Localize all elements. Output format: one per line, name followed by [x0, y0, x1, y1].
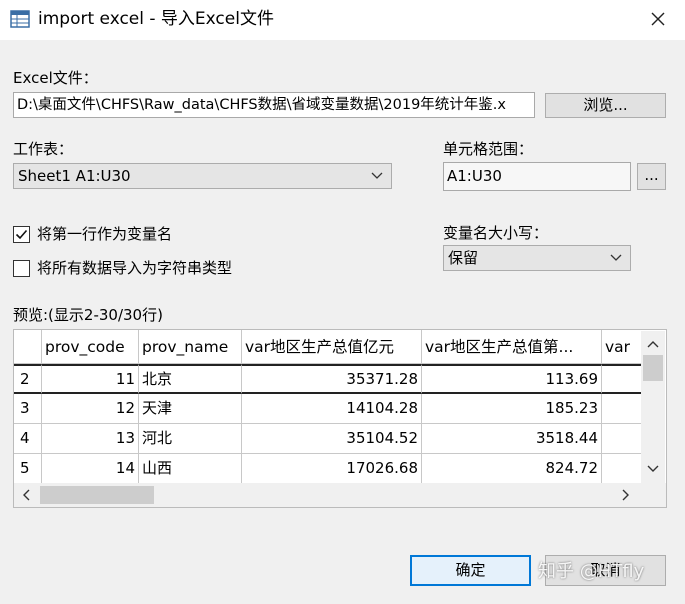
grid-cell[interactable]: 824.72: [422, 454, 602, 484]
grid-cell[interactable]: 13: [42, 424, 139, 454]
chevron-right-icon[interactable]: [622, 489, 630, 501]
chevron-down-icon: [610, 254, 622, 261]
grid-cell[interactable]: 12: [42, 394, 139, 424]
column-header[interactable]: var: [602, 330, 642, 364]
column-header[interactable]: var地区生产总值亿元: [242, 330, 422, 364]
grid-cell[interactable]: 14104.28: [242, 394, 422, 424]
vertical-scrollbar[interactable]: [641, 331, 665, 483]
horizontal-scrollbar[interactable]: [14, 483, 666, 507]
cell-range-field[interactable]: A1:U30: [443, 162, 631, 191]
cancel-button[interactable]: 取消: [545, 555, 666, 586]
grid-cell[interactable]: 河北: [139, 424, 242, 454]
grid-cell[interactable]: [602, 364, 642, 394]
grid-cell[interactable]: 35104.52: [242, 424, 422, 454]
horizontal-scroll-thumb[interactable]: [40, 486, 154, 504]
worksheet-selected-value: Sheet1 A1:U30: [18, 167, 131, 185]
close-icon: [651, 12, 665, 26]
row-number[interactable]: 3: [14, 394, 42, 424]
first-row-varnames-label: 将第一行作为变量名: [37, 225, 173, 243]
preview-label: 预览:(显示2-30/30行): [13, 306, 163, 324]
varname-case-selected-value: 保留: [448, 249, 479, 267]
row-number[interactable]: 4: [14, 424, 42, 454]
column-header[interactable]: var地区生产总值第...: [422, 330, 602, 364]
excel-file-path-field[interactable]: D:\桌面文件\CHFS\Raw_data\CHFS数据\省域变量数据\2019…: [13, 92, 535, 118]
grid-cell[interactable]: 11: [42, 364, 139, 394]
chevron-down-icon: [371, 172, 383, 179]
import-as-string-label: 将所有数据导入为字符串类型: [37, 259, 233, 277]
grid-cell[interactable]: [602, 454, 642, 484]
worksheet-select[interactable]: Sheet1 A1:U30: [13, 163, 392, 189]
cell-range-picker-button[interactable]: ...: [637, 163, 666, 190]
grid-cell[interactable]: 北京: [139, 364, 242, 394]
grid-cell[interactable]: 山西: [139, 454, 242, 484]
chevron-left-icon[interactable]: [22, 489, 30, 501]
vertical-scroll-thumb[interactable]: [643, 355, 663, 381]
cell-range-label: 单元格范围：: [443, 140, 534, 158]
grid-cell[interactable]: 185.23: [422, 394, 602, 424]
grid-cell[interactable]: 3518.44: [422, 424, 602, 454]
ok-button[interactable]: 确定: [410, 555, 531, 586]
grid-cell[interactable]: 天津: [139, 394, 242, 424]
grid-corner: [14, 330, 42, 364]
browse-button[interactable]: 浏览...: [545, 93, 666, 118]
import-as-string-checkbox[interactable]: [13, 260, 30, 277]
grid-cell[interactable]: 113.69: [422, 364, 602, 394]
chevron-down-icon[interactable]: [647, 465, 659, 473]
worksheet-label: 工作表：: [13, 140, 74, 158]
grid-cell[interactable]: 35371.28: [242, 364, 422, 394]
grid-cell[interactable]: [602, 424, 642, 454]
excel-file-label: Excel文件：: [13, 69, 98, 87]
table-icon: [10, 10, 30, 28]
column-header[interactable]: prov_code: [42, 330, 139, 364]
grid-cell[interactable]: 17026.68: [242, 454, 422, 484]
varname-case-label: 变量名大小写：: [443, 224, 549, 242]
row-number[interactable]: 2: [14, 364, 42, 394]
close-button[interactable]: [642, 4, 674, 34]
window-title: import excel - 导入Excel文件: [38, 9, 274, 29]
grid-cell[interactable]: 14: [42, 454, 139, 484]
varname-case-select[interactable]: 保留: [443, 245, 631, 271]
preview-grid[interactable]: prov_code prov_name var地区生产总值亿元 var地区生产总…: [13, 329, 667, 508]
title-bar: import excel - 导入Excel文件: [0, 0, 685, 40]
grid-cell[interactable]: [602, 394, 642, 424]
column-header[interactable]: prov_name: [139, 330, 242, 364]
checkmark-icon: [15, 229, 28, 240]
row-number[interactable]: 5: [14, 454, 42, 484]
first-row-varnames-checkbox[interactable]: [13, 226, 30, 243]
chevron-up-icon[interactable]: [647, 340, 659, 348]
